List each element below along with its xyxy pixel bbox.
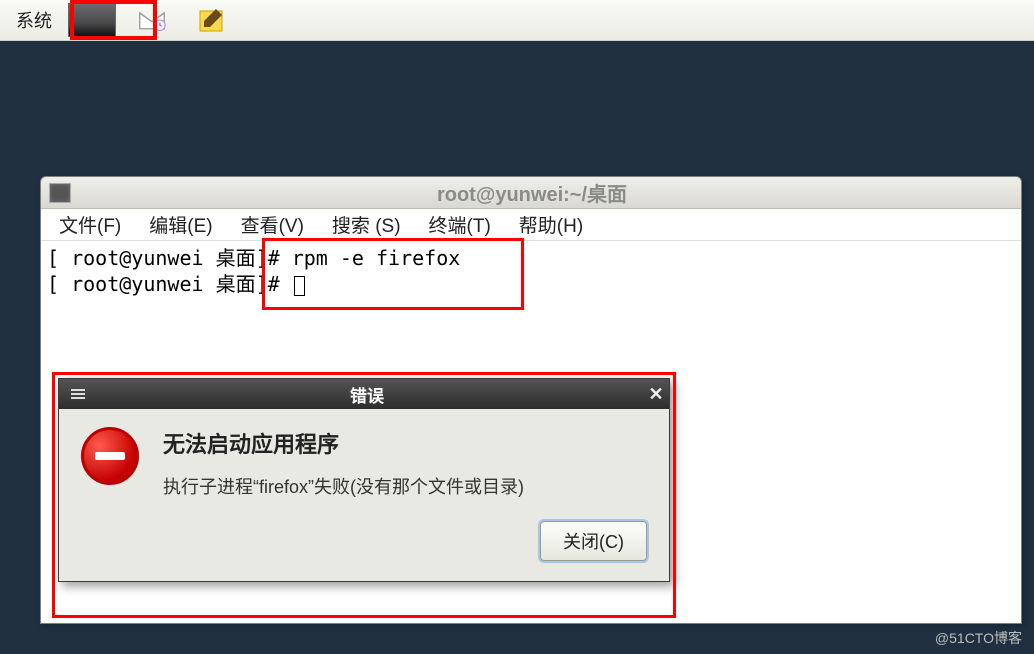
error-dialog: 错误 ✕ 无法启动应用程序 执行子进程“firefox”失败(没有那个文件或目录…: [58, 378, 670, 582]
menu-file[interactable]: 文件(F): [49, 209, 131, 240]
system-menu[interactable]: 系统: [16, 7, 52, 33]
terminal-titlebar-icon: [49, 183, 71, 203]
terminal-title: root@yunwei:~/桌面: [71, 178, 993, 207]
terminal-titlebar[interactable]: root@yunwei:~/桌面: [41, 177, 1021, 209]
error-icon: [81, 427, 139, 485]
dialog-heading: 无法启动应用程序: [163, 427, 524, 459]
close-button[interactable]: 关闭(C): [540, 521, 647, 561]
menu-terminal[interactable]: 终端(T): [419, 209, 501, 240]
terminal-body[interactable]: [ root@yunwei 桌面]# rpm -e firefox [ root…: [41, 241, 1021, 301]
terminal-cursor: [294, 276, 305, 296]
dialog-menu-icon[interactable]: [65, 393, 91, 395]
dialog-titlebar[interactable]: 错误 ✕: [59, 379, 669, 409]
menu-help[interactable]: 帮助(H): [509, 209, 593, 240]
menu-view[interactable]: 查看(V): [231, 209, 314, 240]
prompt-2: [ root@yunwei 桌面]#: [47, 272, 292, 296]
menu-search[interactable]: 搜索 (S): [322, 209, 411, 240]
dialog-message: 执行子进程“firefox”失败(没有那个文件或目录): [163, 473, 524, 499]
prompt-1: [ root@yunwei 桌面]#: [47, 246, 292, 270]
taskbar-notes-icon[interactable]: [188, 4, 236, 36]
menu-edit[interactable]: 编辑(E): [139, 209, 222, 240]
taskbar-terminal-icon[interactable]: [68, 4, 116, 36]
watermark: @51CTO博客: [935, 628, 1022, 648]
taskbar: 系统: [0, 0, 1034, 41]
command-1: rpm -e firefox: [292, 246, 461, 270]
terminal-menubar: 文件(F) 编辑(E) 查看(V) 搜索 (S) 终端(T) 帮助(H): [41, 209, 1021, 241]
dialog-title: 错误: [350, 382, 384, 407]
close-icon[interactable]: ✕: [643, 384, 669, 405]
taskbar-mail-icon[interactable]: [128, 4, 176, 36]
